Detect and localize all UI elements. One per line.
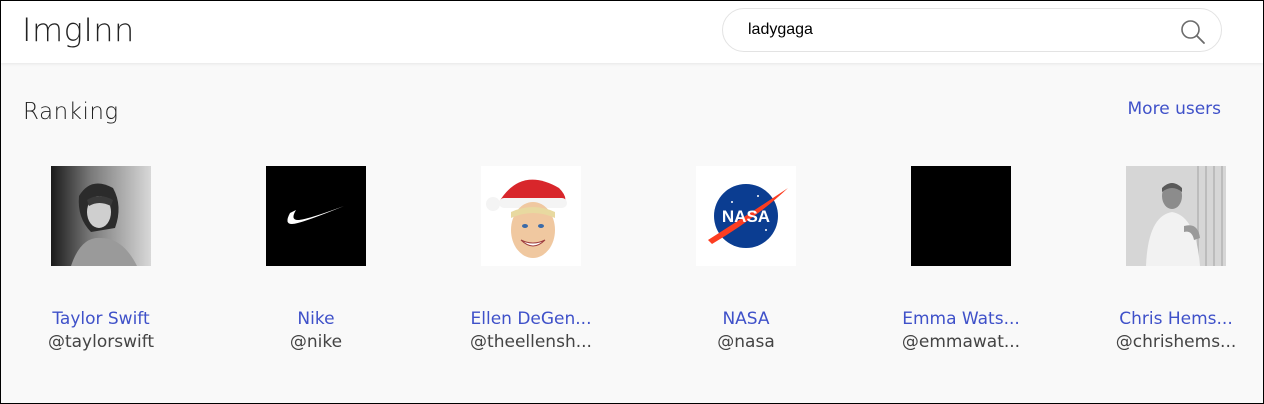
ranking-list: Taylor Swift @taylorswift Nike @nike Ell… (1, 166, 1263, 366)
user-card-nike[interactable]: Nike @nike (216, 166, 416, 366)
user-name[interactable]: Emma Wats... (861, 309, 1061, 329)
search-box[interactable] (722, 8, 1222, 52)
user-handle[interactable]: @taylorswift (1, 332, 201, 352)
user-handle[interactable]: @theellensh... (431, 332, 631, 352)
user-card-ellen[interactable]: Ellen DeGen... @theellensh... (431, 166, 631, 366)
avatar[interactable] (51, 166, 151, 266)
user-handle[interactable]: @nike (216, 332, 416, 352)
page: ImgInn Ranking More users (0, 0, 1264, 404)
avatar[interactable]: NASA (696, 166, 796, 266)
user-handle[interactable]: @emmawat... (861, 332, 1061, 352)
user-card-chrishemsworth[interactable]: Chris Hems... @chrishems... (1076, 166, 1263, 366)
search-input[interactable] (748, 18, 1168, 42)
section-title: Ranking (23, 99, 119, 125)
more-users-link[interactable]: More users (1128, 99, 1221, 119)
user-name[interactable]: Nike (216, 309, 416, 329)
avatar[interactable] (911, 166, 1011, 266)
user-name[interactable]: Taylor Swift (1, 309, 201, 329)
user-name[interactable]: NASA (646, 309, 846, 329)
site-logo[interactable]: ImgInn (22, 11, 135, 49)
avatar[interactable] (1126, 166, 1226, 266)
avatar[interactable] (266, 166, 366, 266)
svg-text:NASA: NASA (722, 207, 770, 226)
user-handle[interactable]: @nasa (646, 332, 846, 352)
user-name[interactable]: Chris Hems... (1076, 309, 1263, 329)
top-bar: ImgInn (1, 1, 1263, 63)
user-card-nasa[interactable]: NASA NASA @nasa (646, 166, 846, 366)
search-icon[interactable] (1179, 18, 1207, 46)
user-card-taylorswift[interactable]: Taylor Swift @taylorswift (1, 166, 201, 366)
user-card-emmawatson[interactable]: Emma Wats... @emmawat... (861, 166, 1061, 366)
avatar[interactable] (481, 166, 581, 266)
user-handle[interactable]: @chrishems... (1076, 332, 1263, 352)
user-name[interactable]: Ellen DeGen... (431, 309, 631, 329)
